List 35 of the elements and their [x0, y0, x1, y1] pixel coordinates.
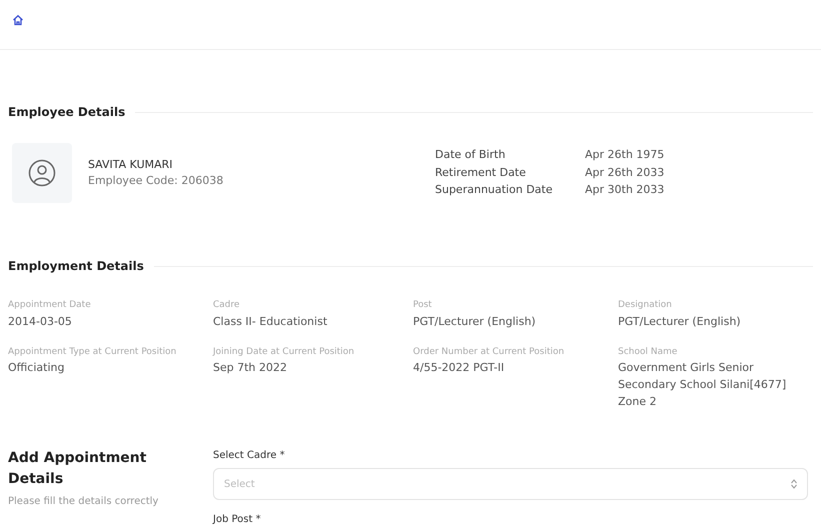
field-value: 4/55-2022 PGT-II	[413, 360, 506, 376]
field-label: Cadre	[213, 299, 241, 312]
field-value: Class II- Educationist	[213, 314, 328, 330]
field-value: 2014-03-05	[8, 314, 73, 330]
field-label: Joining Date at Current Position	[213, 346, 356, 359]
employee-code: Employee Code: 206038	[88, 173, 224, 189]
placeholder-text: Select	[224, 478, 255, 492]
employee-name: SAVITA KUMARI	[88, 156, 174, 172]
field-label: Appointment Date	[8, 299, 92, 312]
section-description: Please fill the details correctly	[8, 495, 160, 510]
field-value: Apr 30th 2033	[585, 182, 664, 198]
field-label: Retirement Date	[435, 164, 527, 180]
select-field[interactable]: Select	[213, 468, 808, 500]
section-title: Employment Details	[8, 258, 144, 275]
sort-caret-icon	[791, 479, 797, 490]
field-label: Superannuation Date	[435, 182, 554, 198]
field-value: PGT/Lecturer (English)	[618, 314, 742, 330]
field-value: Officiating	[8, 360, 66, 376]
section-title: Employee Details	[8, 104, 126, 121]
field-label: Post	[413, 299, 433, 312]
field-label: Order Number at Current Position	[413, 346, 566, 359]
field-label: Designation	[618, 299, 673, 312]
field-label: Job Post *	[213, 513, 262, 526]
field-label: Date of Birth	[435, 147, 506, 163]
section-title: Add Appointment Details	[8, 449, 148, 490]
user-icon	[28, 159, 56, 187]
field-label: School Name	[618, 346, 678, 359]
field-label: Appointment Type at Current Position	[8, 346, 178, 359]
field-label: Select Cadre *	[213, 449, 286, 464]
field-value: Government Girls Senior Secondary School Silani[4677] Zone 2	[618, 360, 788, 410]
field-value: Apr 26th 2033	[585, 164, 664, 180]
field-value: Apr 26th 1975	[585, 147, 664, 163]
field-value: PGT/Lecturer (English)	[413, 314, 537, 330]
field-value: Sep 7th 2022	[213, 360, 288, 376]
home-icon[interactable]	[12, 14, 24, 26]
